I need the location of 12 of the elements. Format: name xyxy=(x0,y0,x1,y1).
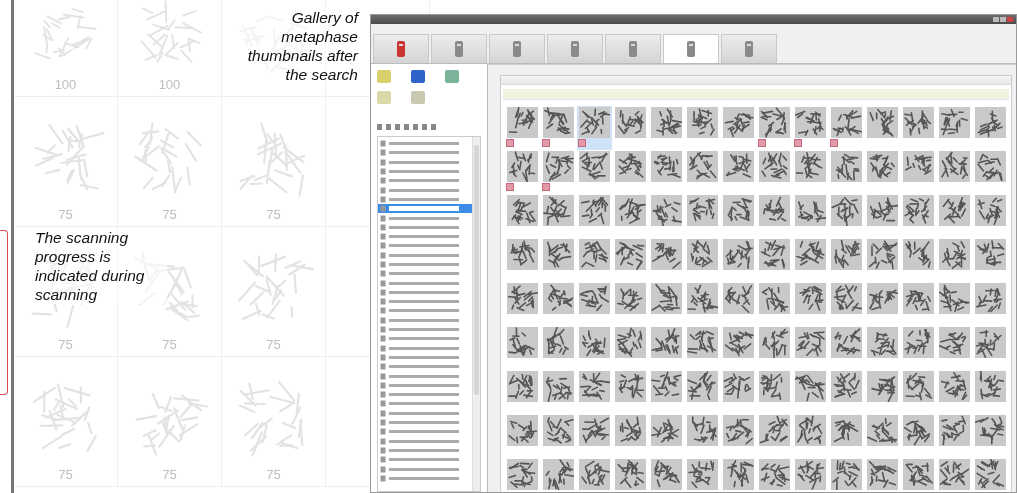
count-label: 100 xyxy=(54,77,77,92)
count-label: 100 xyxy=(158,77,181,92)
count-label: 75 xyxy=(266,207,281,222)
count-label: 75 xyxy=(58,467,73,482)
count-label: 75 xyxy=(58,337,73,352)
count-label: 75 xyxy=(266,467,281,482)
count-label: 75 xyxy=(58,207,73,222)
count-label: 75 xyxy=(162,467,177,482)
count-label: 75 xyxy=(162,337,177,352)
caption-text: The scanning progress is indicated during scanning xyxy=(35,228,167,304)
count-label: 75 xyxy=(162,207,177,222)
count-label: 75 xyxy=(266,337,281,352)
